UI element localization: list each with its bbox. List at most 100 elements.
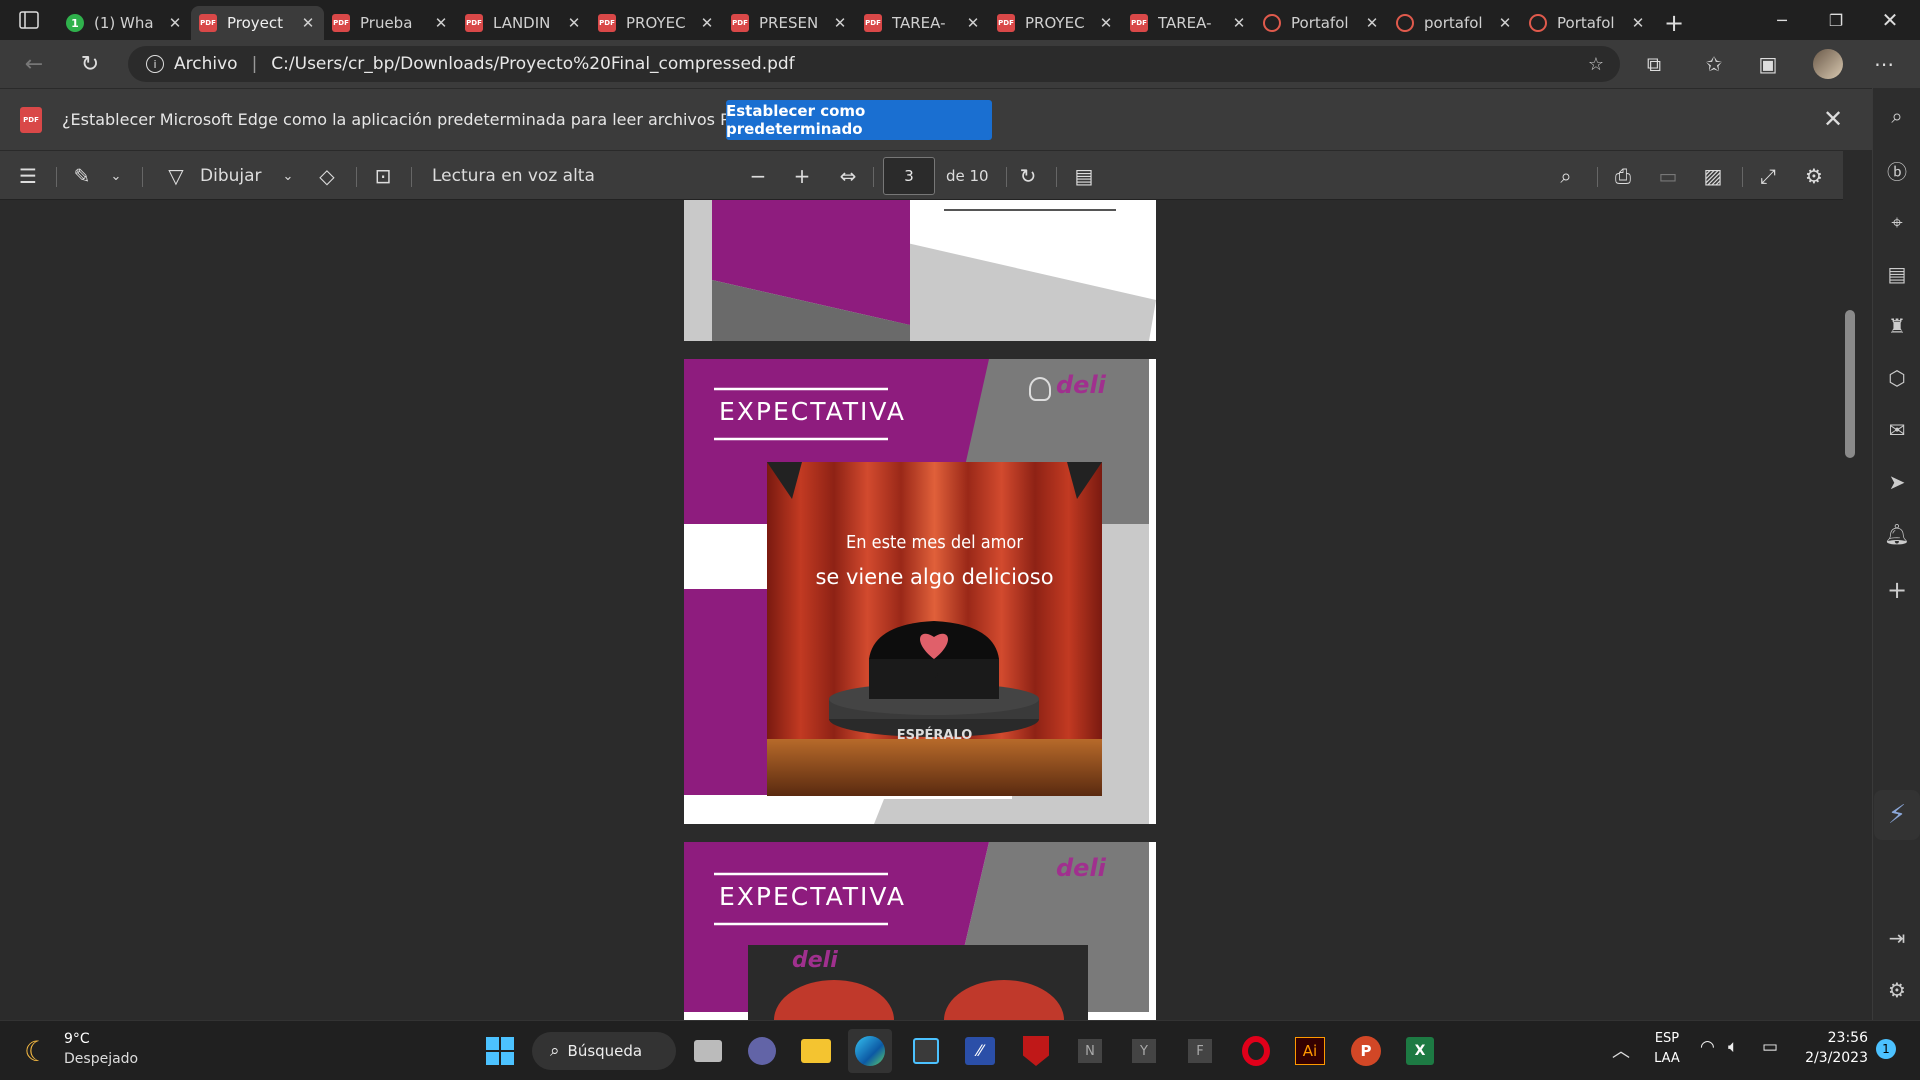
games-icon[interactable]: ♜ [1873,306,1920,346]
browser-tab[interactable]: portafol ✕ [1388,6,1521,40]
clock-date[interactable]: 2/3/2023 [1792,1050,1868,1066]
draw-dropdown-icon[interactable]: ⌄ [270,151,306,201]
office-icon[interactable]: ⬡ [1873,358,1920,398]
tab-close-icon[interactable]: ✕ [699,14,715,32]
weather-temperature[interactable]: 9°C [64,1031,90,1047]
eraser-icon[interactable]: ◇ [309,151,345,201]
contents-icon[interactable]: ☰ [10,151,46,201]
new-tab-button[interactable]: + [1654,6,1694,40]
viewer-scrollbar[interactable] [1843,150,1857,1020]
draw-icon[interactable]: ▽ [158,151,194,201]
store-icon[interactable] [904,1029,948,1073]
app-y-icon[interactable]: Y [1122,1029,1166,1073]
scrollbar-thumb[interactable] [1845,310,1855,458]
app-f-icon[interactable]: F [1178,1029,1222,1073]
tab-close-icon[interactable]: ✕ [1630,14,1646,32]
close-window-button[interactable]: ✕ [1860,0,1920,40]
browser-tab[interactable]: PDF TAREA- ✕ [1122,6,1255,40]
pdf-viewer[interactable]: EXPECTATIVA deli En este mes del amor se… [0,200,1843,1020]
restore-button[interactable]: ❐ [1806,0,1866,40]
save-as-icon[interactable]: ▨ [1695,151,1731,201]
tab-close-icon[interactable]: ✕ [566,14,582,32]
browser-tab[interactable]: PDF PROYEC ✕ [590,6,723,40]
more-menu-icon[interactable]: ⋯ [1864,44,1904,84]
page-view-icon[interactable]: ▤ [1066,151,1102,201]
tab-close-icon[interactable]: ✕ [965,14,981,32]
infobar-close-icon[interactable]: ✕ [1818,104,1848,134]
sidebar-app-icon[interactable]: ⚡ [1874,790,1920,840]
browser-tab[interactable]: PDF TAREA- ✕ [856,6,989,40]
drop-send-icon[interactable]: ➤ [1873,462,1920,502]
file-explorer-icon[interactable] [794,1029,838,1073]
refresh-button[interactable]: ↻ [68,44,112,84]
text-box-icon[interactable]: ⊡ [365,151,401,201]
page-number-input[interactable]: 3 [883,157,935,195]
browser-tab[interactable]: PDF Proyect ✕ [191,6,324,40]
tab-close-icon[interactable]: ✕ [1497,14,1513,32]
hide-sidebar-icon[interactable]: ⇥ [1873,918,1920,958]
illustrator-icon[interactable]: Ai [1288,1029,1332,1073]
zoom-out-icon[interactable]: − [740,151,776,201]
favorite-star-icon[interactable]: ☆ [1588,54,1604,75]
tab-close-icon[interactable]: ✕ [832,14,848,32]
opera-icon[interactable] [1234,1029,1278,1073]
sidebar-settings-icon[interactable]: ⚙ [1873,970,1920,1010]
set-default-button[interactable]: Establecer como predeterminado [726,100,992,140]
profile-avatar[interactable] [1808,44,1848,84]
notifications-bell-icon[interactable]: 🔔︎ [1873,514,1920,554]
tab-actions-button[interactable] [0,0,58,40]
address-bar[interactable]: i Archivo | C:/Users/cr_bp/Downloads/Pro… [128,46,1620,82]
tab-close-icon[interactable]: ✕ [300,14,316,32]
show-hidden-icons-chevron[interactable]: ︿ [1612,1037,1630,1063]
tab-close-icon[interactable]: ✕ [1098,14,1114,32]
save-icon[interactable]: ▭ [1650,151,1686,201]
shopping-tag-icon[interactable]: ⌖ [1873,202,1920,242]
browser-tab[interactable]: PDF PROYEC ✕ [989,6,1122,40]
fit-width-icon[interactable]: ⇔ [830,151,866,201]
read-aloud-button[interactable]: Lectura en voz alta [432,151,595,201]
start-button[interactable] [478,1029,522,1073]
zoom-in-icon[interactable]: + [784,151,820,201]
browser-tab[interactable]: PDF LANDIN ✕ [457,6,590,40]
sidebar-search-icon[interactable]: ⌕ [1873,96,1920,136]
print-icon[interactable]: ⎙ [1605,151,1641,201]
browser-tab[interactable]: 1 (1) Wha ✕ [58,6,191,40]
volume-icon[interactable]: 🔈︎ [1728,1037,1738,1057]
tools-briefcase-icon[interactable]: ▤ [1873,254,1920,294]
excel-icon[interactable]: X [1398,1029,1442,1073]
taskbar-search[interactable]: ⌕ Búsqueda [532,1032,676,1070]
teams-chat-icon[interactable] [740,1029,784,1073]
language-top[interactable]: ESP [1652,1031,1682,1046]
find-icon[interactable]: ⌕ [1548,151,1584,201]
app-blue-icon[interactable]: ⁄⁄ [958,1029,1002,1073]
outlook-icon[interactable]: ✉ [1873,410,1920,450]
highlight-icon[interactable]: ✎ [64,151,100,201]
clock-time[interactable]: 23:56 [1800,1030,1868,1046]
wifi-icon[interactable]: ◠ [1700,1037,1715,1057]
collections-icon[interactable]: ▣ [1748,44,1788,84]
edge-app-icon[interactable] [848,1029,892,1073]
mcafee-icon[interactable] [1014,1029,1058,1073]
highlight-dropdown-icon[interactable]: ⌄ [98,151,134,201]
language-bottom[interactable]: LAA [1652,1051,1682,1066]
extensions-icon[interactable]: ⧉ [1634,44,1674,84]
app-n-icon[interactable]: N [1068,1029,1112,1073]
browser-tab[interactable]: PDF PRESEN ✕ [723,6,856,40]
favorites-icon[interactable]: ✩ [1694,44,1734,84]
browser-tab[interactable]: Portafol ✕ [1255,6,1388,40]
sidebar-add-icon[interactable]: + [1873,570,1920,610]
tab-close-icon[interactable]: ✕ [433,14,449,32]
draw-label[interactable]: Dibujar [200,151,262,201]
browser-tab[interactable]: PDF Prueba ✕ [324,6,457,40]
battery-icon[interactable]: ▭ [1762,1037,1778,1057]
tab-close-icon[interactable]: ✕ [1231,14,1247,32]
fullscreen-icon[interactable]: ⤢ [1750,151,1786,201]
tab-close-icon[interactable]: ✕ [1364,14,1380,32]
weather-moon-icon[interactable]: ☾ [24,1035,49,1068]
powerpoint-icon[interactable]: P [1344,1029,1388,1073]
back-button[interactable]: ← [12,44,56,84]
tab-close-icon[interactable]: ✕ [167,14,183,32]
minimize-button[interactable]: ─ [1752,0,1812,40]
rotate-icon[interactable]: ↻ [1010,151,1046,201]
info-icon[interactable]: i [146,55,164,73]
